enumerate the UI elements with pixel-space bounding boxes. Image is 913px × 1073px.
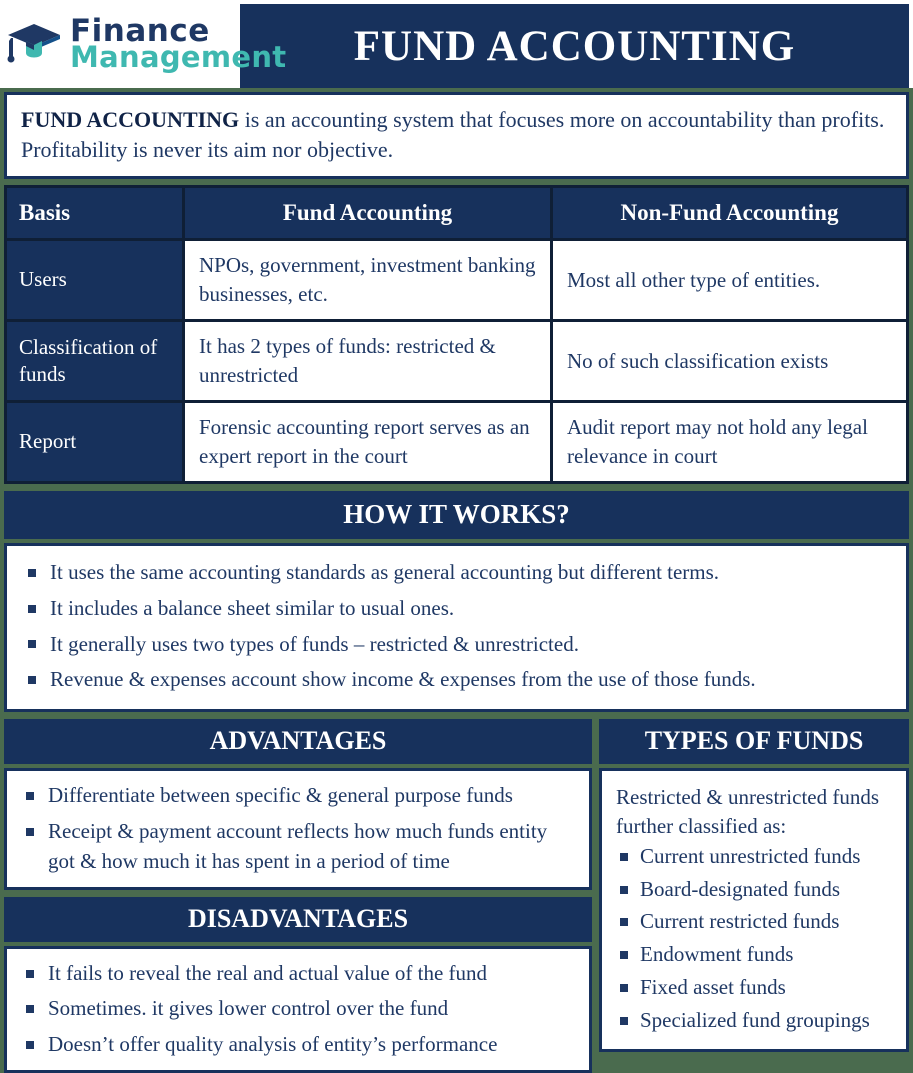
table-row: Report Forensic accounting report serves… [7,399,906,481]
how-it-works-list: It uses the same accounting standards as… [23,558,890,695]
logo-line-management: Management [70,39,287,74]
column-header-fund-accounting: Fund Accounting [182,188,550,239]
list-item: Specialized fund groupings [616,1006,892,1036]
list-item: Receipt & payment account reflects how m… [21,817,575,877]
logo[interactable]: Finance Management [0,0,286,88]
table-row: Users NPOs, government, investment banki… [7,238,906,320]
table-header-row: Basis Fund Accounting Non-Fund Accountin… [7,188,906,239]
how-it-works-header: HOW IT WORKS? [4,490,909,539]
list-item: Current restricted funds [616,907,892,937]
list-item: It includes a balance sheet similar to u… [23,594,890,624]
title-bar: FUND ACCOUNTING [240,4,909,88]
page-title: FUND ACCOUNTING [353,22,796,70]
list-item: Differentiate between specific & general… [21,781,575,811]
row-fund-value: NPOs, government, investment banking bus… [182,241,550,320]
column-header-basis: Basis [7,188,182,239]
row-fund-value: It has 2 types of funds: restricted & un… [182,322,550,400]
list-item: Sometimes. it gives lower control over t… [21,994,575,1024]
row-basis: Classification of funds [7,322,182,400]
list-item: Revenue & expenses account show income &… [23,665,890,695]
definition-lead: FUND ACCOUNTING [21,107,240,132]
column-header-non-fund-accounting: Non-Fund Accounting [550,188,906,239]
types-of-funds-intro: Restricted & unrestricted funds further … [616,785,880,838]
table-row: Classification of funds It has 2 types o… [7,319,906,400]
list-item: Endowment funds [616,940,892,970]
row-basis: Report [7,402,182,481]
list-item: Current unrestricted funds [616,842,892,872]
bottom-section: ADVANTAGES Differentiate between specifi… [4,719,909,1073]
disadvantages-body: It fails to reveal the real and actual v… [4,945,592,1073]
comparison-table: Basis Fund Accounting Non-Fund Accountin… [4,185,909,484]
disadvantages-header: DISADVANTAGES [4,896,592,942]
list-item: Board-designated funds [616,875,892,905]
list-item: Fixed asset funds [616,973,892,1003]
list-item: It uses the same accounting standards as… [23,558,890,588]
disadvantages-list: It fails to reveal the real and actual v… [21,959,575,1060]
row-nonfund-value: Most all other type of entities. [550,241,906,320]
definition-box: FUND ACCOUNTING is an accounting system … [4,92,909,180]
advantages-header: ADVANTAGES [4,719,592,765]
advantages-body: Differentiate between specific & general… [4,768,592,890]
advantages-disadvantages-column: ADVANTAGES Differentiate between specifi… [4,719,592,1073]
infographic-page: Finance Management FUND ACCOUNTING FUND … [0,0,913,1073]
row-fund-value: Forensic accounting report serves as an … [182,402,550,481]
advantages-list: Differentiate between specific & general… [21,781,575,876]
row-nonfund-value: No of such classification exists [550,322,906,400]
graduation-cap-icon [4,19,66,69]
types-of-funds-list: Current unrestricted funds Board-designa… [616,842,892,1036]
types-of-funds-column: TYPES OF FUNDS Restricted & unrestricted… [599,719,909,1052]
header: Finance Management FUND ACCOUNTING [0,0,913,88]
row-basis: Users [7,241,182,320]
list-item: It fails to reveal the real and actual v… [21,959,575,989]
how-it-works-body: It uses the same accounting standards as… [4,542,909,713]
list-item: Doesn’t offer quality analysis of entity… [21,1030,575,1060]
row-nonfund-value: Audit report may not hold any legal rele… [550,402,906,481]
list-item: It generally uses two types of funds – r… [23,630,890,660]
types-of-funds-body: Restricted & unrestricted funds further … [599,768,909,1052]
types-of-funds-header: TYPES OF FUNDS [599,719,909,765]
